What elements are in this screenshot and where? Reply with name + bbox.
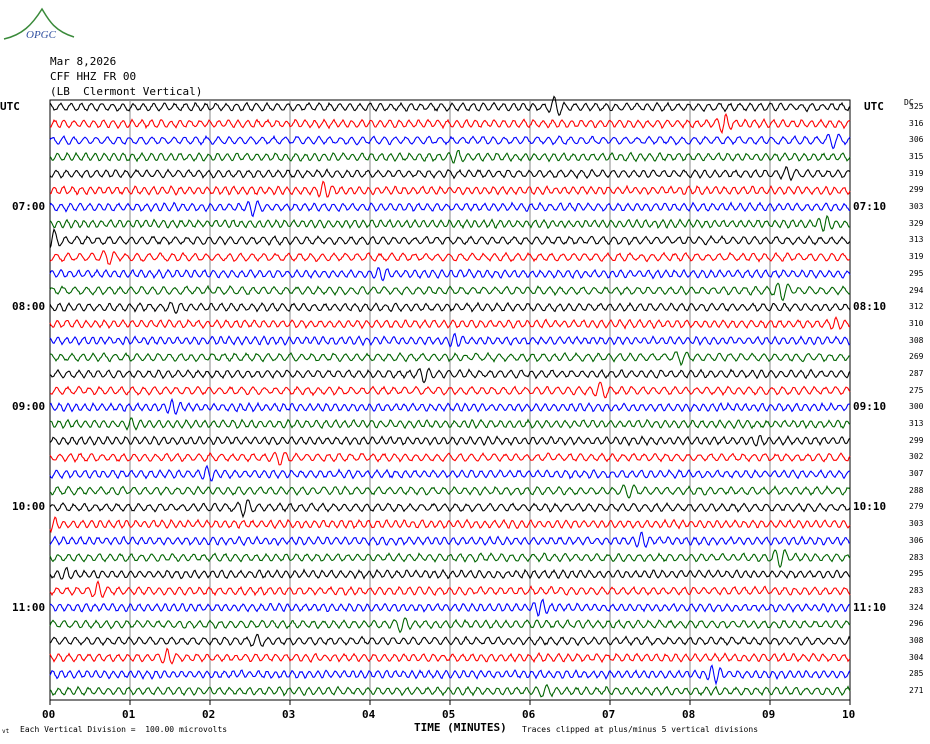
dc-offset-label: 310 (909, 318, 924, 328)
dc-offset-label: 295 (909, 569, 924, 579)
clip-note: Traces clipped at plus/minus 5 vertical … (522, 725, 759, 734)
dc-offset-label: 316 (909, 118, 924, 128)
x-tick-label: 04 (362, 708, 376, 721)
dc-offset-label: 324 (909, 602, 924, 612)
dc-offset-label: 271 (909, 686, 924, 695)
dc-offset-label: 294 (909, 285, 924, 295)
date-label: Mar 8,2026 (50, 55, 117, 68)
dc-offset-label: 287 (909, 368, 924, 378)
x-tick-label: 02 (202, 708, 216, 721)
dc-offset-label: 300 (909, 402, 924, 412)
x-tick-label: 05 (442, 708, 456, 721)
dc-offset-label: 269 (909, 352, 924, 362)
dc-offset-label: 304 (909, 652, 924, 662)
station-label: CFF HHZ FR 00 (50, 70, 137, 83)
dc-offset-label: 308 (909, 335, 924, 345)
dc-offset-label: 302 (909, 452, 924, 462)
x-tick-label: 06 (522, 708, 536, 721)
dc-offset-label: 288 (909, 485, 924, 495)
dc-offset-label: 303 (909, 519, 924, 529)
dc-offset-label: 319 (909, 168, 924, 178)
left-hour-label: 08:00 (12, 300, 46, 314)
dc-offset-label: 275 (909, 385, 924, 395)
x-tick-label: 10 (842, 708, 856, 721)
dc-offset-label: 306 (909, 535, 924, 545)
dc-offset-label: 312 (909, 302, 924, 312)
left-timezone: UTC (0, 100, 20, 113)
left-hour-label: 10:00 (12, 500, 46, 514)
corner-mark: vt (2, 728, 10, 735)
x-tick-label: 03 (282, 708, 296, 721)
x-tick-label: 00 (42, 708, 56, 721)
x-tick-label: 09 (762, 708, 776, 721)
right-hour-label: 08:10 (853, 300, 887, 314)
logo-text: OPGC (26, 29, 56, 41)
dc-offset-label: 296 (909, 619, 924, 629)
dc-offset-label: 279 (909, 502, 924, 512)
opgc-logo: OPGC (2, 5, 77, 45)
left-hour-label: 07:00 (12, 200, 46, 214)
dc-offset-label: 285 (909, 669, 924, 679)
x-tick-label: 01 (122, 708, 136, 721)
x-tick-label: 08 (682, 708, 696, 721)
dc-offset-label: 299 (909, 185, 924, 195)
helicorder-plot: OPGC Mar 8,2026 CFF HHZ FR 00 (LB Clermo… (0, 0, 930, 744)
dc-offset-label: 303 (909, 202, 924, 212)
right-timezone: UTC (864, 100, 884, 113)
left-hour-label: 09:00 (12, 400, 46, 414)
dc-offset-label: 329 (909, 218, 924, 228)
right-hour-label: 11:10 (853, 600, 887, 614)
dc-offset-label: 283 (909, 585, 924, 595)
dc-offset-label: 313 (909, 235, 924, 245)
x-tick-label: 07 (602, 708, 616, 721)
dc-offset-label: 313 (909, 419, 924, 429)
dc-offset-label: 307 (909, 469, 924, 479)
dc-offset-label: 308 (909, 635, 924, 645)
x-axis-title: TIME (MINUTES) (414, 721, 507, 734)
dc-offset-label: 319 (909, 252, 924, 262)
seismogram-chart (49, 95, 851, 705)
dc-offset-label: 283 (909, 552, 924, 562)
dc-offset-label: 315 (909, 152, 924, 162)
dc-offset-label: 325 (909, 102, 924, 111)
right-hour-label: 07:10 (853, 200, 887, 214)
left-hour-label: 11:00 (12, 600, 46, 614)
location-label: (LB Clermont Vertical) (50, 85, 203, 98)
dc-offset-label: 306 (909, 135, 924, 145)
right-hour-label: 10:10 (853, 500, 887, 514)
dc-offset-label: 295 (909, 268, 924, 278)
scale-note: Each Vertical Division = 100.00 microvol… (20, 725, 228, 734)
right-hour-label: 09:10 (853, 400, 887, 414)
dc-offset-label: 299 (909, 435, 924, 445)
